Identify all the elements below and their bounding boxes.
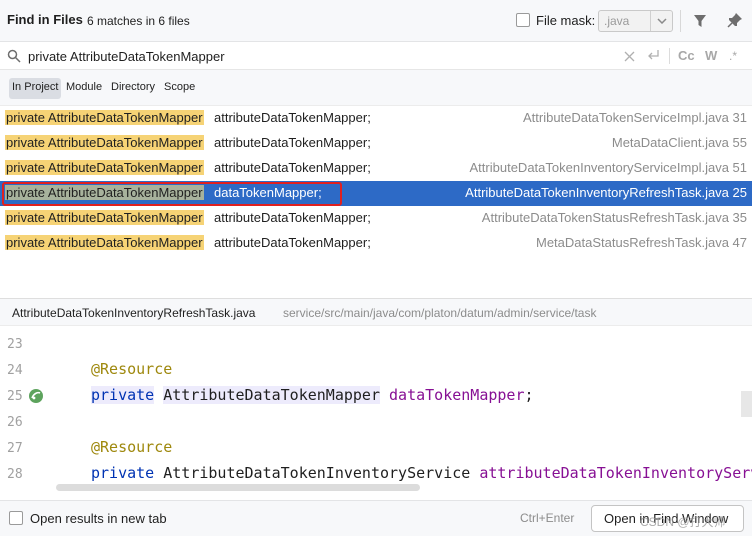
match-rest: attributeDataTokenMapper;: [214, 135, 371, 150]
divider: [680, 10, 681, 32]
line-number: 28: [7, 467, 23, 482]
line-number: 27: [7, 441, 23, 456]
result-file: MetaDataClient.java 55: [611, 135, 747, 150]
close-icon[interactable]: [624, 50, 635, 65]
line-number: 26: [7, 415, 23, 430]
result-row[interactable]: private AttributeDataTokenMapper attribu…: [0, 231, 752, 256]
open-new-tab-checkbox[interactable]: [9, 511, 23, 525]
result-row[interactable]: private AttributeDataTokenMapper attribu…: [0, 131, 752, 156]
result-file: MetaDataStatusRefreshTask.java 47: [536, 235, 747, 250]
code-line-28: private AttributeDataTokenInventoryServi…: [91, 464, 752, 482]
match-count: 6 matches in 6 files: [87, 14, 190, 28]
code-line-25: private AttributeDataTokenMapper dataTok…: [91, 386, 534, 404]
code-field: dataTokenMapper: [389, 386, 525, 404]
watermark: CSDN @打大师: [640, 515, 726, 529]
newline-icon[interactable]: [646, 49, 660, 65]
find-dialog-header: Find in Files 6 matches in 6 files File …: [0, 0, 752, 42]
bean-injection-icon[interactable]: [27, 387, 45, 409]
scope-tabs: In Project Module Directory Scope: [0, 70, 752, 106]
line-number: 24: [7, 363, 23, 378]
line-gutter: 23 24 25 26 27 28: [0, 330, 56, 500]
code-type: AttributeDataTokenMapper: [163, 386, 380, 404]
search-row: Cc W .*: [0, 42, 752, 70]
divider: [669, 48, 670, 64]
code-type: AttributeDataTokenInventoryService: [163, 464, 471, 482]
file-mask-label[interactable]: File mask:: [536, 13, 595, 28]
match-case-toggle[interactable]: Cc: [678, 48, 695, 63]
line-number: 23: [7, 337, 23, 352]
match-highlight: private AttributeDataTokenMapper: [5, 210, 204, 225]
open-new-tab-label[interactable]: Open results in new tab: [30, 511, 167, 526]
filter-icon[interactable]: [692, 13, 708, 32]
code-annotation: @Resource: [91, 360, 173, 378]
line-number: 25: [7, 389, 23, 404]
words-toggle[interactable]: W: [705, 48, 717, 63]
match-rest: attributeDataTokenMapper;: [214, 235, 371, 250]
horizontal-scrollbar[interactable]: [56, 484, 420, 491]
file-mask-combo[interactable]: .java: [598, 10, 673, 32]
code-preview[interactable]: 23 24 25 26 27 28 @Resource private Attr…: [0, 330, 752, 500]
result-row[interactable]: private AttributeDataTokenMapper attribu…: [0, 206, 752, 231]
pin-icon[interactable]: [727, 12, 743, 31]
regex-toggle[interactable]: .*: [729, 49, 737, 63]
chevron-down-icon[interactable]: [650, 11, 672, 31]
code-field: attributeDataTokenInventoryServ: [479, 464, 752, 482]
file-mask-checkbox[interactable]: [516, 13, 530, 27]
result-file: AttributeDataTokenInventoryRefreshTask.j…: [465, 185, 747, 200]
result-row-selected[interactable]: private AttributeDataTokenMapper dataTok…: [0, 181, 752, 206]
preview-file-path: service/src/main/java/com/platon/datum/a…: [283, 306, 597, 320]
match-highlight: private AttributeDataTokenMapper: [5, 135, 204, 150]
shortcut-hint: Ctrl+Enter: [520, 511, 575, 525]
match-highlight: private AttributeDataTokenMapper: [5, 110, 204, 125]
match-highlight: private AttributeDataTokenMapper: [5, 235, 204, 250]
result-row[interactable]: private AttributeDataTokenMapper attribu…: [0, 156, 752, 181]
selection-annotation-box: [2, 182, 342, 206]
result-row[interactable]: private AttributeDataTokenMapper attribu…: [0, 106, 752, 131]
result-file: AttributeDataTokenStatusRefreshTask.java…: [481, 210, 747, 225]
vertical-scroll-marker: [741, 391, 752, 417]
match-rest: attributeDataTokenMapper;: [214, 160, 371, 175]
scope-module[interactable]: Module: [63, 78, 105, 99]
dialog-footer: Open results in new tab Ctrl+Enter Open …: [0, 500, 752, 536]
code-keyword: private: [91, 386, 155, 404]
dialog-title: Find in Files: [7, 12, 83, 27]
file-mask-value: .java: [604, 14, 630, 28]
scope-scope[interactable]: Scope: [161, 78, 198, 99]
scope-in-project[interactable]: In Project: [9, 78, 62, 99]
search-input[interactable]: [28, 46, 508, 66]
code-keyword: private: [91, 464, 155, 482]
search-icon: [7, 49, 21, 66]
code-semicolon: ;: [524, 386, 534, 404]
result-file: AttributeDataTokenServiceImpl.java 31: [522, 110, 747, 125]
scope-directory[interactable]: Directory: [108, 78, 158, 99]
code-annotation: @Resource: [91, 438, 173, 456]
match-rest: attributeDataTokenMapper;: [214, 210, 371, 225]
preview-file-name: AttributeDataTokenInventoryRefreshTask.j…: [12, 306, 256, 320]
preview-path-bar: AttributeDataTokenInventoryRefreshTask.j…: [0, 298, 752, 326]
result-file: AttributeDataTokenInventoryServiceImpl.j…: [469, 160, 747, 175]
match-rest: attributeDataTokenMapper;: [214, 110, 371, 125]
match-highlight: private AttributeDataTokenMapper: [5, 160, 204, 175]
results-list: private AttributeDataTokenMapper attribu…: [0, 106, 752, 296]
